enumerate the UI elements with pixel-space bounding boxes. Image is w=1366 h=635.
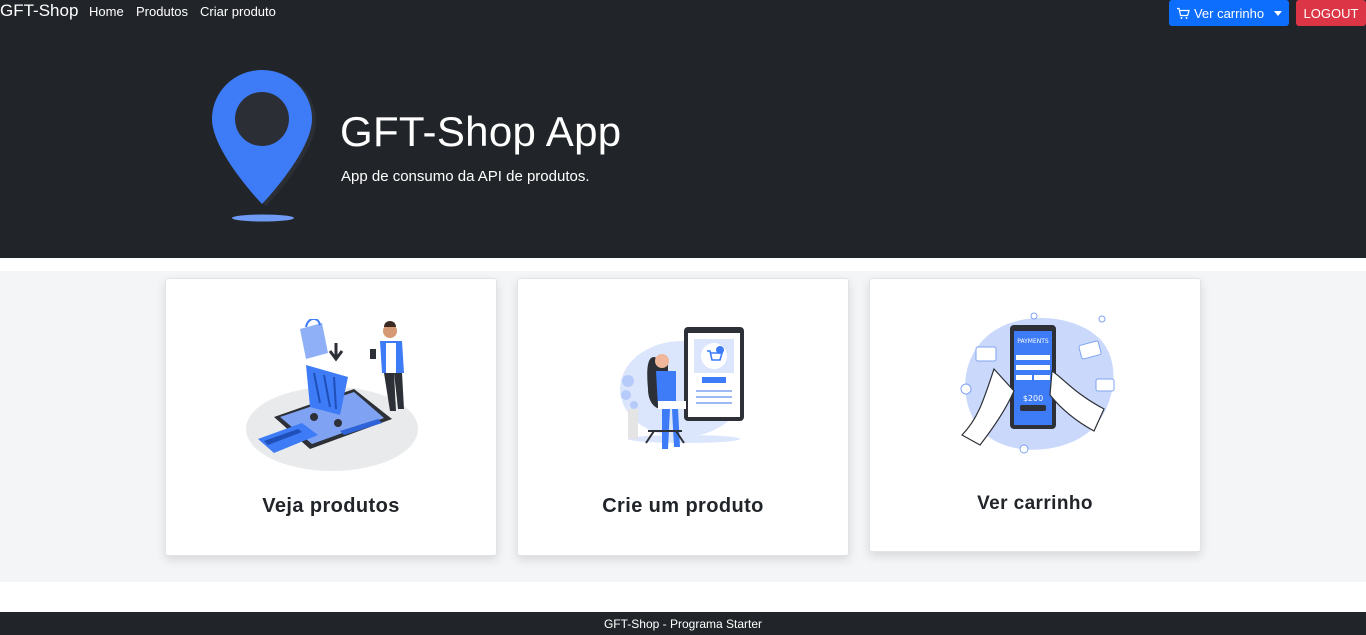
svg-text:$200: $200 bbox=[1023, 394, 1043, 403]
cart-dropdown-button[interactable]: Ver carrinho bbox=[1169, 0, 1289, 26]
card-crie-produto[interactable]: Crie um produto bbox=[517, 278, 849, 556]
chevron-down-icon bbox=[1274, 10, 1283, 16]
footer-text: GFT-Shop - Programa Starter bbox=[603, 616, 763, 631]
header-hero: GFT-Shop Home Produtos Criar produto Ver… bbox=[0, 0, 1366, 258]
cards-section: Veja produtos Crie um produto PAYMENTS $… bbox=[0, 271, 1366, 582]
payment-illustration-icon: PAYMENTS $200 bbox=[960, 312, 1115, 454]
card-title: Ver carrinho bbox=[977, 493, 1093, 514]
top-navbar: GFT-Shop Home Produtos Criar produto Ver… bbox=[0, 0, 1366, 26]
card-title: Crie um produto bbox=[602, 495, 764, 517]
nav-link-produtos[interactable]: Produtos bbox=[136, 4, 188, 19]
map-pin-icon bbox=[212, 70, 316, 222]
logout-button[interactable]: LOGOUT bbox=[1296, 0, 1366, 26]
create-product-illustration-icon bbox=[620, 327, 744, 449]
cart-button-label: Ver carrinho bbox=[1193, 5, 1265, 21]
footer: GFT-Shop - Programa Starter bbox=[0, 612, 1366, 635]
hero-title: GFT-Shop App bbox=[340, 108, 622, 155]
card-ver-carrinho[interactable]: PAYMENTS $200 Ver carrinho bbox=[869, 278, 1201, 552]
brand-link[interactable]: GFT-Shop bbox=[0, 1, 78, 21]
hero-subtitle: App de consumo da API de produtos. bbox=[341, 168, 590, 185]
nav-link-criar-produto[interactable]: Criar produto bbox=[200, 4, 276, 19]
shopping-cart-illustration-icon bbox=[246, 319, 418, 471]
card-veja-produtos[interactable]: Veja produtos bbox=[165, 278, 497, 556]
nav-link-home[interactable]: Home bbox=[89, 4, 124, 19]
cart-icon bbox=[1176, 7, 1190, 19]
card-title: Veja produtos bbox=[262, 495, 400, 517]
svg-text:PAYMENTS: PAYMENTS bbox=[1017, 338, 1049, 345]
